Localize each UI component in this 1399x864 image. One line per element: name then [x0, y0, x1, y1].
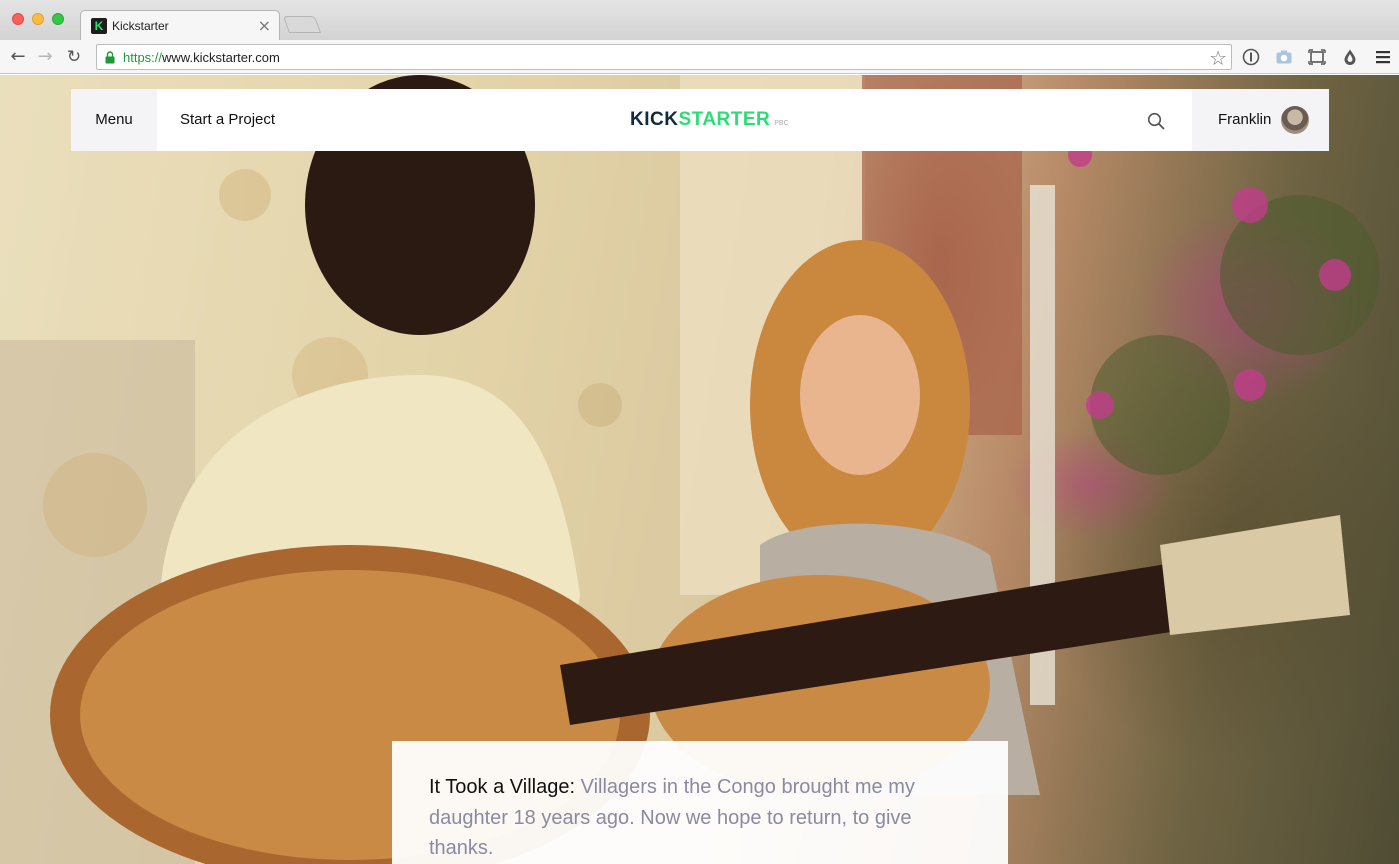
site-header: Menu Start a Project KICKSTARTER PBC Fran…: [71, 89, 1329, 151]
kickstarter-favicon-icon: K: [91, 18, 107, 34]
tab-title: Kickstarter: [112, 19, 169, 33]
browser-tab-strip: K Kickstarter ×: [0, 0, 1399, 41]
back-icon[interactable]: ←: [6, 45, 30, 69]
logo-pbc: PBC: [774, 120, 789, 127]
camera-extension-icon[interactable]: [1275, 48, 1293, 66]
user-menu[interactable]: Franklin: [1192, 89, 1329, 151]
avatar: [1281, 106, 1309, 134]
hamburger-menu-icon[interactable]: [1374, 48, 1392, 66]
address-bar[interactable]: https://www.kickstarter.com ☆: [96, 44, 1232, 70]
search-icon[interactable]: [1145, 110, 1167, 132]
url-text[interactable]: https://www.kickstarter.com: [123, 50, 280, 65]
close-window-button[interactable]: [12, 13, 24, 25]
browser-tab[interactable]: K Kickstarter ×: [80, 10, 280, 41]
drop-extension-icon[interactable]: [1341, 48, 1359, 66]
menu-button[interactable]: Menu: [71, 89, 157, 151]
featured-project-title: It Took a Village:: [429, 776, 576, 798]
bookmark-star-icon[interactable]: ☆: [1209, 46, 1227, 70]
reload-icon[interactable]: ↻: [62, 45, 86, 69]
logo-kick: KICK: [630, 109, 679, 130]
url-scheme: https://: [123, 50, 163, 65]
tab-close-icon[interactable]: ×: [258, 16, 271, 35]
browser-toolbar: ← → ↻ https://www.kickstarter.com ☆: [0, 40, 1399, 74]
start-a-project-link[interactable]: Start a Project: [180, 89, 275, 151]
new-tab-button[interactable]: [282, 16, 322, 33]
kickstarter-logo[interactable]: KICKSTARTER PBC: [630, 106, 789, 134]
url-host: www.kickstarter.com: [162, 50, 280, 65]
user-name: Franklin: [1218, 111, 1272, 128]
info-extension-icon[interactable]: [1242, 48, 1260, 66]
featured-project-text: It Took a Village: Villagers in the Cong…: [429, 772, 974, 864]
logo-starter: STARTER: [678, 109, 771, 130]
screen-capture-extension-icon[interactable]: [1308, 48, 1326, 66]
lock-icon: [105, 51, 115, 64]
forward-icon[interactable]: →: [33, 45, 57, 69]
minimize-window-button[interactable]: [32, 13, 44, 25]
featured-project-card[interactable]: It Took a Village: Villagers in the Cong…: [392, 741, 1008, 864]
zoom-window-button[interactable]: [52, 13, 64, 25]
